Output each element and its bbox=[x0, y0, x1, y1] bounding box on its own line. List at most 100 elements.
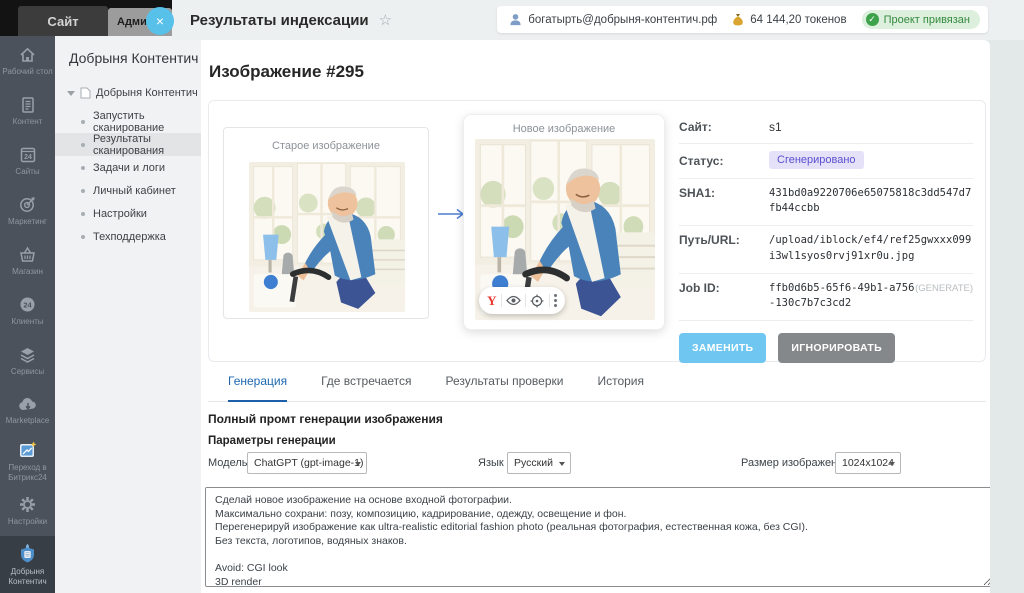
tab-generation[interactable]: Генерация bbox=[228, 374, 287, 402]
sidebar-item-label: Добрыня Контентич bbox=[0, 567, 55, 587]
token-balance[interactable]: 64 144,20 токенов bbox=[732, 13, 846, 26]
detail-row-status: Статус: Сгенерировано bbox=[679, 144, 973, 179]
sidebar-item-label: Маркетинг bbox=[6, 217, 49, 227]
action-buttons: ЗАМЕНИТЬ ИГНОРИРОВАТЬ bbox=[679, 333, 973, 363]
bitrix24-transition-icon bbox=[18, 440, 38, 460]
menu-item-tasks-logs[interactable]: Задачи и логи bbox=[55, 156, 201, 179]
tab-history[interactable]: История bbox=[597, 374, 644, 401]
sidebar-item-marketplace[interactable]: Marketplace bbox=[0, 386, 55, 436]
document-icon bbox=[19, 96, 37, 114]
menu-item-personal[interactable]: Личный кабинет bbox=[55, 179, 201, 202]
bullet-icon bbox=[81, 235, 85, 239]
model-select-value: ChatGPT (gpt-image-1) bbox=[254, 457, 364, 469]
sidebar-item-bitrix24[interactable]: Переход в Битрикс24 bbox=[0, 436, 55, 486]
detail-row-path: Путь/URL: /upload/iblock/ef4/ref25gwxxx0… bbox=[679, 226, 973, 273]
page-title: Результаты индексации bbox=[190, 12, 369, 29]
user-account[interactable]: богатырть@добрыня-контентич.рф bbox=[509, 13, 717, 26]
generate-note: (GENERATE) bbox=[915, 283, 973, 294]
sidebar-item-sites[interactable]: 24 Сайты bbox=[0, 136, 55, 186]
page-icon bbox=[80, 87, 91, 99]
cloud-download-icon bbox=[18, 397, 38, 413]
close-tab-button[interactable]: × bbox=[146, 7, 174, 35]
menu-item-scan-results[interactable]: Результаты сканирования bbox=[55, 133, 201, 156]
menu-item-run-scan[interactable]: Запустить сканирование bbox=[55, 110, 201, 133]
kebab-menu-icon[interactable] bbox=[554, 299, 557, 302]
detail-label-jobid: Job ID: bbox=[679, 281, 769, 311]
new-image-caption: Новое изображение bbox=[464, 123, 664, 135]
collapse-arrow-icon bbox=[67, 91, 75, 96]
module-title: Добрыня Контентич bbox=[69, 50, 201, 66]
bullet-icon bbox=[81, 212, 85, 216]
shield-icon bbox=[18, 543, 37, 564]
sidebar-item-desktop[interactable]: Рабочий стол bbox=[0, 36, 55, 86]
home-icon bbox=[18, 46, 37, 64]
old-image bbox=[249, 162, 405, 312]
size-select-value: 1024x1024 bbox=[842, 457, 894, 469]
sidebar-item-settings[interactable]: Настройки bbox=[0, 486, 55, 536]
menu-root[interactable]: Добрыня Контентич bbox=[67, 82, 201, 104]
sidebar-item-services[interactable]: Сервисы bbox=[0, 336, 55, 386]
divider bbox=[525, 294, 526, 307]
bullet-icon bbox=[81, 166, 85, 170]
sidebar-item-shop[interactable]: Магазин bbox=[0, 236, 55, 286]
menu-item-support[interactable]: Техподдержка bbox=[55, 225, 201, 248]
language-select[interactable]: Русский bbox=[507, 452, 571, 474]
yandex-icon[interactable]: Y bbox=[487, 293, 496, 309]
menu-item-label: Запустить сканирование bbox=[93, 110, 201, 134]
favorite-star-icon[interactable]: ☆ bbox=[379, 11, 392, 29]
sidebar-item-label: Магазин bbox=[10, 267, 45, 277]
detail-row-jobid: Job ID: ffb0d6b5-65f6-49b1-a756-130c7b7c… bbox=[679, 274, 973, 321]
sidebar-item-label: Переход в Битрикс24 bbox=[0, 463, 55, 483]
image-details: Сайт: s1 Статус: Сгенерировано SHA1: 431… bbox=[679, 113, 973, 363]
project-linked-badge: ✓ Проект привязан bbox=[862, 10, 980, 29]
svg-text:24: 24 bbox=[23, 300, 32, 309]
moneybag-icon bbox=[732, 13, 744, 26]
clients-24-icon: 24 bbox=[18, 295, 37, 314]
eye-preview-icon[interactable] bbox=[506, 295, 521, 306]
sidebar-item-content[interactable]: Контент bbox=[0, 86, 55, 136]
layers-icon bbox=[18, 346, 37, 364]
model-select[interactable]: ChatGPT (gpt-image-1) bbox=[247, 452, 367, 474]
replace-button[interactable]: ЗАМЕНИТЬ bbox=[679, 333, 766, 363]
detail-label-status: Статус: bbox=[679, 151, 769, 169]
close-icon: × bbox=[156, 13, 164, 29]
main-content: Изображение #295 Старое изображение bbox=[201, 40, 990, 593]
user-icon bbox=[509, 13, 522, 26]
detail-row-site: Сайт: s1 bbox=[679, 113, 973, 144]
detail-value-jobid: ffb0d6b5-65f6-49b1-a756-130c7b7c3cd2 bbox=[769, 281, 919, 311]
user-email: богатырть@добрыня-контентич.рф bbox=[528, 14, 717, 26]
sidebar-item-label: Рабочий стол bbox=[0, 67, 54, 77]
status-badge: Сгенерировано bbox=[769, 151, 864, 169]
prompt-section-title: Полный промт генерации изображения bbox=[208, 412, 443, 426]
prompt-textarea[interactable]: Сделай новое изображение на основе входн… bbox=[205, 487, 993, 587]
detail-value-sha1: 431bd0a9220706e65075818c3dd547d7fb44ccbb bbox=[769, 186, 973, 216]
sidebar-item-marketing[interactable]: Маркетинг bbox=[0, 186, 55, 236]
ignore-button[interactable]: ИГНОРИРОВАТЬ bbox=[778, 333, 895, 363]
svg-text:24: 24 bbox=[24, 154, 32, 161]
module-menu: Добрыня Контентич Добрыня Контентич Запу… bbox=[55, 36, 201, 593]
sites-24-icon: 24 bbox=[19, 146, 37, 164]
sidebar-item-label: Сайты bbox=[13, 167, 41, 177]
right-gutter bbox=[990, 40, 1024, 593]
menu-item-settings[interactable]: Настройки bbox=[55, 202, 201, 225]
user-info-box: богатырть@добрыня-контентич.рф 64 144,20… bbox=[497, 6, 988, 33]
language-label: Язык bbox=[478, 457, 504, 469]
photo-illustration bbox=[249, 162, 405, 312]
sidebar-item-label: Клиенты bbox=[9, 317, 45, 327]
header-bar: Результаты индексации ☆ богатырть@добрын… bbox=[172, 0, 1024, 40]
tab-occurrences[interactable]: Где встречается bbox=[321, 374, 411, 401]
sidebar-item-label: Настройки bbox=[6, 517, 49, 527]
size-select[interactable]: 1024x1024 bbox=[835, 452, 901, 474]
tab-site[interactable]: Сайт bbox=[18, 6, 108, 36]
image-heading: Изображение #295 bbox=[209, 62, 364, 82]
project-linked-label: Проект привязан bbox=[884, 14, 970, 26]
generation-params-title: Параметры генерации bbox=[208, 435, 336, 447]
gear-icon bbox=[18, 495, 37, 514]
sidebar-item-dobrynya[interactable]: Добрыня Контентич bbox=[0, 536, 55, 593]
sidebar-item-clients[interactable]: 24 Клиенты bbox=[0, 286, 55, 336]
main-sidebar: Рабочий стол Контент 24 Сайты Маркетинг … bbox=[0, 36, 55, 593]
regenerate-target-icon[interactable] bbox=[530, 294, 544, 308]
tab-check-results[interactable]: Результаты проверки bbox=[446, 374, 564, 401]
detail-value-site: s1 bbox=[769, 120, 973, 134]
check-icon: ✓ bbox=[866, 13, 879, 26]
